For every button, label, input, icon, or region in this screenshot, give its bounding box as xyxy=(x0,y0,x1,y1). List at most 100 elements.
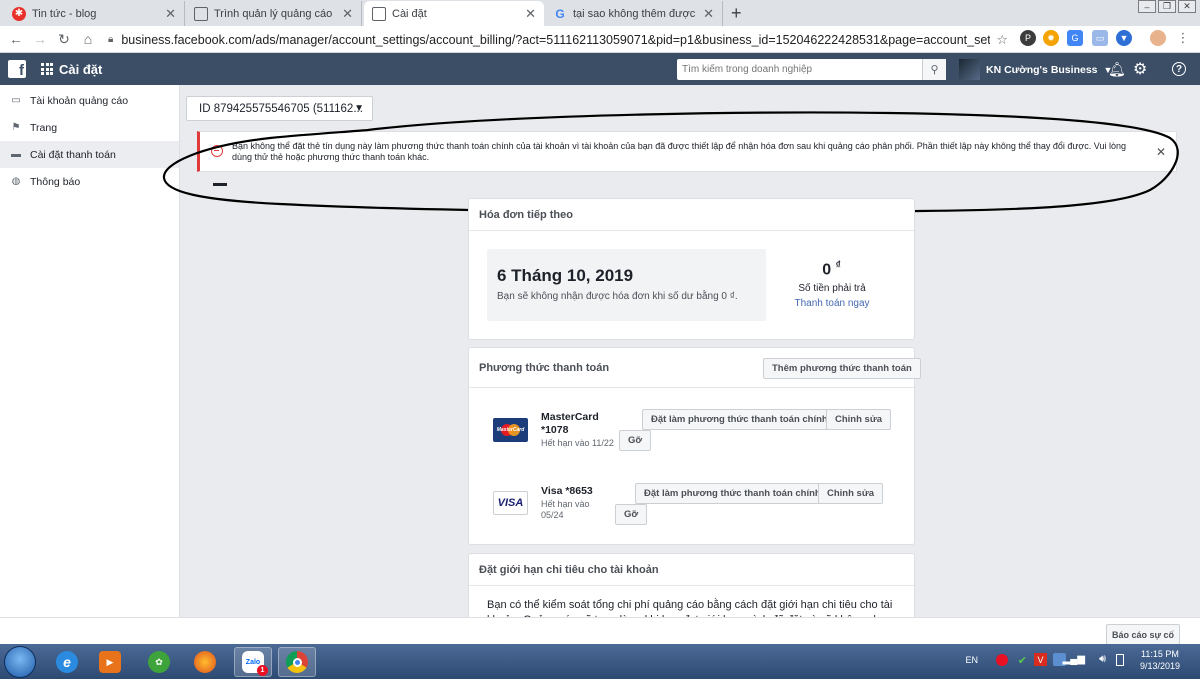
page-favicon-icon xyxy=(372,6,386,21)
card-header: Phương thức thanh toán Thêm phương thức … xyxy=(469,348,921,388)
fb-top-bar: f Cài đặt ⚲ KN Cường's Business ▼ 🔔︎ ⚙ ? xyxy=(0,53,1200,85)
flag-icon: ⚑ xyxy=(11,122,21,133)
settings-sidebar: ▭ Tài khoản quảng cáo ⚑ Trang ▬ Cài đặt … xyxy=(0,85,180,617)
credit-card-icon: ▬ xyxy=(11,149,21,160)
card-title: Hóa đơn tiếp theo xyxy=(469,199,914,231)
globe-icon: ◍ xyxy=(11,176,21,187)
windows-taskbar: e ▶ ✿ Zalo 1 EN ✔ V ▂▄▆ 🔊︎ 11:15 PM 9/13… xyxy=(0,644,1200,679)
set-primary-button[interactable]: Đặt làm phương thức thanh toán chính xyxy=(642,409,837,430)
taskbar-item[interactable]: ▶ xyxy=(91,647,129,677)
card-expiry: Hết hạn vào 05/24 xyxy=(541,499,590,520)
firefox-icon xyxy=(194,651,216,673)
signal-icon[interactable]: ▂▄▆ xyxy=(1063,654,1085,665)
remove-button[interactable]: Gỡ xyxy=(619,430,652,451)
amount-due: 0 ₫ xyxy=(822,260,841,279)
close-tab-icon[interactable]: ✕ xyxy=(525,6,536,22)
notifications-bell-icon[interactable]: 🔔︎ xyxy=(1108,61,1126,78)
bill-note: Bạn sẽ không nhận được hóa đơn khi số dư… xyxy=(497,291,738,302)
taskbar-item-chrome[interactable] xyxy=(278,647,316,677)
browser-tab[interactable]: ✱ Tin tức - blog ✕ xyxy=(4,1,185,26)
taskbar-item[interactable] xyxy=(186,647,224,677)
ad-account-selector[interactable]: ID 879425575546705 (511162... ▼ xyxy=(186,96,373,121)
minimize-icon[interactable]: – xyxy=(1138,0,1156,13)
page-title: Cài đặt xyxy=(59,62,103,77)
bill-date: 6 Tháng 10, 2019 xyxy=(497,266,634,285)
sidebar-item-ad-accounts[interactable]: ▭ Tài khoản quảng cáo xyxy=(0,87,179,114)
battery-icon[interactable] xyxy=(1116,654,1124,666)
language-indicator[interactable]: EN xyxy=(965,655,978,665)
close-tab-icon[interactable]: ✕ xyxy=(342,6,353,22)
google-favicon-icon: G xyxy=(555,6,565,21)
home-icon[interactable]: ⌂ xyxy=(76,31,100,47)
alert-message: Bạn không thể đặt thẻ tín dụng này làm p… xyxy=(232,141,1127,162)
profile-avatar-icon[interactable] xyxy=(1150,30,1166,46)
new-tab-button[interactable]: + xyxy=(731,3,742,24)
tray-check-icon[interactable]: ✔ xyxy=(1018,654,1027,667)
payment-methods-card: Phương thức thanh toán Thêm phương thức … xyxy=(468,347,921,545)
browser-toolbar: ← → ↻ ⌂ 🔒︎ business.facebook.com/ads/man… xyxy=(0,26,1200,53)
taskbar-item[interactable]: e xyxy=(48,647,86,677)
edit-button[interactable]: Chỉnh sửa xyxy=(818,483,883,504)
volume-icon[interactable]: 🔊︎ xyxy=(1099,653,1106,666)
extension-translate-icon[interactable]: G xyxy=(1067,30,1083,46)
extension-pinterest-icon[interactable]: P xyxy=(1020,30,1036,46)
url-text: business.facebook.com/ads/manager/accoun… xyxy=(121,32,991,47)
apps-grid-icon[interactable] xyxy=(41,63,53,75)
add-payment-method-button[interactable]: Thêm phương thức thanh toán xyxy=(763,358,921,379)
browser-tab[interactable]: Trình quản lý quảng cáo ✕ xyxy=(186,1,362,26)
amount-label: Số tiền phải trả xyxy=(798,283,866,294)
restore-icon[interactable]: ❐ xyxy=(1158,0,1176,13)
card-name: Visa *8653 xyxy=(541,485,593,497)
browser-tab-active[interactable]: Cài đặt ✕ xyxy=(364,1,544,26)
business-search-input[interactable] xyxy=(677,59,922,80)
sidebar-item-payment-settings[interactable]: ▬ Cài đặt thanh toán xyxy=(0,141,179,168)
error-icon xyxy=(211,145,223,157)
taskbar-item[interactable]: ✿ xyxy=(140,647,178,677)
settings-gear-icon[interactable]: ⚙ xyxy=(1133,59,1147,79)
spend-limit-card: Đặt giới hạn chi tiêu cho tài khoản Bạn … xyxy=(468,553,915,623)
sidebar-item-notifications[interactable]: ◍ Thông báo xyxy=(0,168,179,195)
notification-badge: 1 xyxy=(257,665,268,676)
browser-tab[interactable]: G tại sao không thêm được phương ✕ xyxy=(545,1,723,26)
business-switcher[interactable]: KN Cường's Business ▼ xyxy=(959,59,1112,80)
business-search[interactable]: ⚲ xyxy=(677,59,946,80)
taskbar-item-zalo[interactable]: Zalo 1 xyxy=(234,647,272,677)
sidebar-item-pages[interactable]: ⚑ Trang xyxy=(0,114,179,141)
visa-logo-icon: VISA xyxy=(493,491,528,515)
tray-network-icon[interactable] xyxy=(996,654,1008,666)
forward-icon[interactable]: → xyxy=(28,31,52,47)
close-tab-icon[interactable]: ✕ xyxy=(165,6,176,22)
edit-button[interactable]: Chỉnh sửa xyxy=(826,409,891,430)
facebook-logo-icon[interactable]: f xyxy=(8,60,26,78)
media-player-icon: ▶ xyxy=(99,651,121,673)
remove-button[interactable]: Gỡ xyxy=(615,504,648,525)
browser-tab-strip: ✱ Tin tức - blog ✕ Trình quản lý quảng c… xyxy=(0,0,1200,26)
coccoc-browser-icon: ✿ xyxy=(148,651,170,673)
report-problem-button[interactable]: Báo cáo sự cố xyxy=(1105,624,1180,645)
back-icon[interactable]: ← xyxy=(4,31,28,47)
ad-account-icon: ▭ xyxy=(11,95,21,106)
address-bar[interactable]: 🔒︎ business.facebook.com/ads/manager/acc… xyxy=(108,29,1008,50)
extension-sun-icon[interactable]: ✹ xyxy=(1043,30,1059,46)
set-primary-button[interactable]: Đặt làm phương thức thanh toán chính xyxy=(635,483,830,504)
page-footer-strip: Báo cáo sự cố xyxy=(0,617,1200,645)
card-title: Phương thức thanh toán xyxy=(479,361,610,374)
close-icon[interactable]: ✕ xyxy=(1156,145,1166,159)
close-tab-icon[interactable]: ✕ xyxy=(703,6,714,22)
next-bill-card: Hóa đơn tiếp theo 6 Tháng 10, 2019 Bạn s… xyxy=(468,198,915,340)
pay-now-link[interactable]: Thanh toán ngay xyxy=(785,298,879,309)
bookmark-star-icon[interactable]: ☆ xyxy=(996,32,1008,48)
menu-dots-icon[interactable]: ⋮ xyxy=(1175,30,1191,46)
taskbar-clock[interactable]: 11:15 PM 9/13/2019 xyxy=(1140,648,1180,672)
help-icon[interactable]: ? xyxy=(1172,62,1186,76)
start-button-icon[interactable] xyxy=(4,646,36,678)
extension-shield-icon[interactable]: ▼ xyxy=(1116,30,1132,46)
mastercard-logo-icon: MasterCard xyxy=(493,418,528,442)
zalo-icon: Zalo 1 xyxy=(242,651,268,676)
extension-screen-icon[interactable]: ▭ xyxy=(1092,30,1108,46)
search-icon[interactable]: ⚲ xyxy=(922,59,946,80)
close-window-icon[interactable]: ✕ xyxy=(1178,0,1196,13)
reload-icon[interactable]: ↻ xyxy=(52,31,76,48)
tray-v-icon[interactable]: V xyxy=(1034,653,1047,666)
blog-favicon-icon: ✱ xyxy=(12,6,26,21)
